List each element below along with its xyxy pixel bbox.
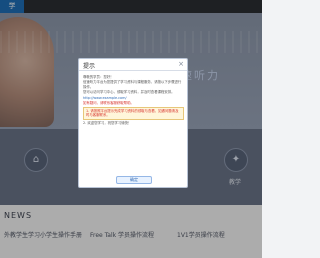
close-icon[interactable]: ×	[178, 60, 184, 68]
notice-modal: 提示 × 尊敬的学员：您好！ 信速听力平台为您提供了学习资料与课程服务，请按以下…	[78, 58, 188, 188]
modal-paragraph-3: 您可以访问学习中心，领取学习资料，并及时查看课程安排。	[83, 90, 175, 95]
modal-link[interactable]: http://www.example.com/	[83, 96, 184, 101]
modal-header: 提示 ×	[79, 59, 187, 71]
modal-body: 尊敬的学员：您好！ 信速听力平台为您提供了学习资料与课程服务，请按以下步骤进行操…	[83, 75, 184, 170]
modal-alert-box: 1. 请按照平台提示完成学习资料的领取与查看，如遇问题请及时与客服联系。	[83, 106, 184, 120]
ok-button[interactable]: 确定	[116, 176, 152, 184]
modal-paragraph-1: 尊敬的学员：您好！	[83, 75, 114, 79]
modal-paragraph-7: 2. 欢迎您学习，祝您学习愉快！	[83, 120, 132, 125]
modal-title: 提示	[83, 63, 96, 70]
modal-paragraph-2: 信速听力平台为您提供了学习资料与课程服务，请按以下步骤进行操作。	[83, 80, 182, 89]
modal-red-text: 如有疑问，请联系客服获取帮助。	[83, 101, 134, 106]
